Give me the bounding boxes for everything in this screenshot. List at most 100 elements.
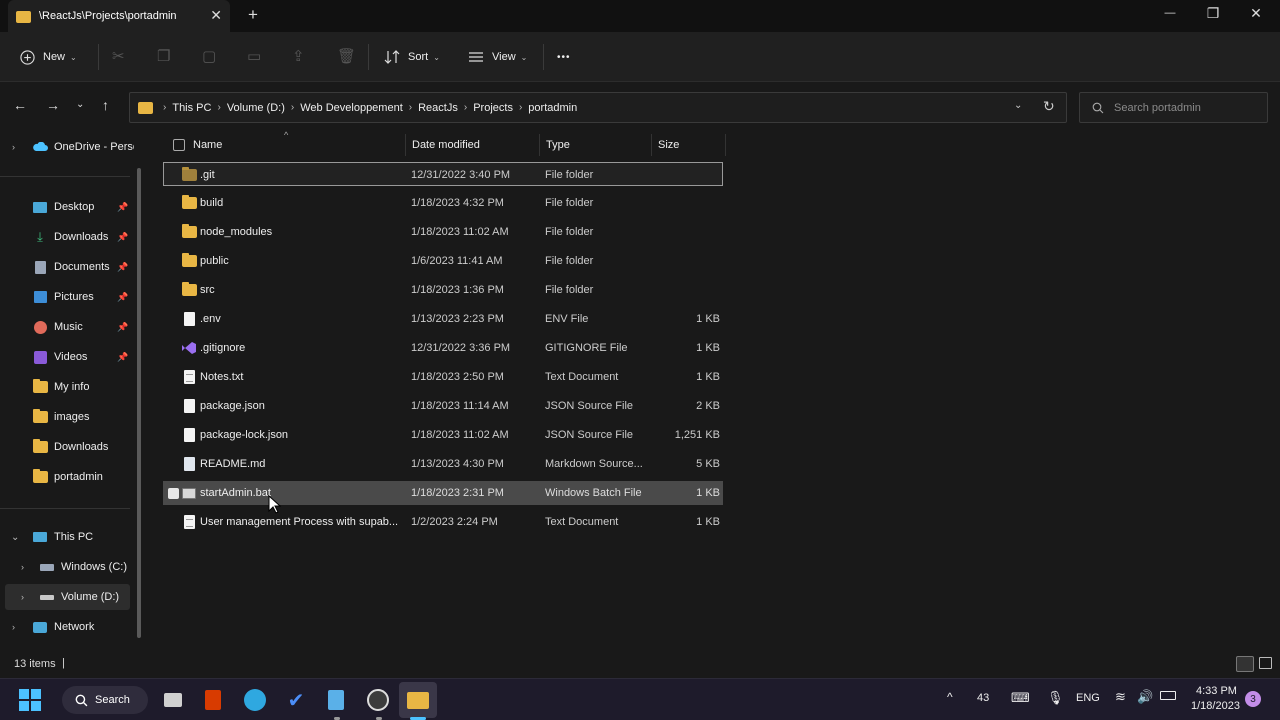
refresh-icon[interactable]: ↻ bbox=[1043, 98, 1055, 115]
new-tab-button[interactable]: + bbox=[248, 5, 258, 25]
table-row[interactable]: node_modules 1/18/2023 11:02 AM File fol… bbox=[163, 220, 723, 244]
back-arrow-icon[interactable]: ← bbox=[13, 97, 27, 113]
pin-icon[interactable]: 📌 bbox=[117, 232, 128, 243]
notification-badge[interactable]: 3 bbox=[1245, 691, 1261, 707]
search-box[interactable] bbox=[1079, 92, 1268, 123]
table-row[interactable]: Notes.txt 1/18/2023 2:50 PM Text Documen… bbox=[163, 365, 723, 389]
crumb-volume-d[interactable]: Volume (D:) bbox=[227, 102, 285, 114]
crumb-portadmin[interactable]: portadmin bbox=[528, 102, 577, 114]
maximize-button[interactable]: ❐ bbox=[1201, 5, 1225, 22]
file-type: File folder bbox=[545, 284, 594, 296]
search-input[interactable] bbox=[1114, 101, 1254, 114]
table-row[interactable]: public 1/6/2023 11:41 AM File folder bbox=[163, 249, 723, 273]
collapse-chevron-icon[interactable]: ⌄ bbox=[11, 532, 19, 543]
column-date-modified[interactable]: Date modified bbox=[406, 134, 540, 156]
file-date: 12/31/2022 3:36 PM bbox=[411, 342, 511, 354]
column-type[interactable]: Type bbox=[540, 134, 652, 156]
copy-icon[interactable]: ❐ bbox=[157, 47, 170, 65]
forward-arrow-icon[interactable]: → bbox=[46, 97, 60, 113]
table-row[interactable]: src 1/18/2023 1:36 PM File folder bbox=[163, 278, 723, 302]
column-size[interactable]: Size bbox=[652, 134, 726, 156]
clock-time[interactable]: 4:33 PM bbox=[1196, 685, 1237, 697]
file-list: ^ Name Date modified Type Size .git 12/3… bbox=[148, 130, 1280, 650]
table-row[interactable]: startAdmin.bat 1/18/2023 2:31 PM Windows… bbox=[163, 481, 723, 505]
task-view-icon[interactable] bbox=[160, 687, 186, 713]
up-arrow-icon[interactable]: ↑ bbox=[102, 97, 109, 113]
obs-icon[interactable] bbox=[365, 687, 391, 713]
table-row[interactable]: build 1/18/2023 4:32 PM File folder bbox=[163, 191, 723, 215]
taskbar-search[interactable]: Search bbox=[62, 686, 148, 714]
minimize-button[interactable]: — bbox=[1158, 7, 1182, 19]
tiles-view-icon[interactable] bbox=[1259, 657, 1272, 669]
table-row[interactable]: package-lock.json 1/18/2023 11:02 AM JSO… bbox=[163, 423, 723, 447]
expand-chevron-icon[interactable]: › bbox=[12, 142, 15, 152]
todo-icon[interactable]: ✔ bbox=[283, 687, 309, 713]
crumb-this-pc[interactable]: This PC bbox=[172, 102, 211, 114]
sidebar-scrollbar[interactable] bbox=[137, 168, 141, 638]
wifi-icon[interactable]: ≋ bbox=[1115, 689, 1126, 705]
chevron-right-icon: › bbox=[217, 102, 221, 113]
details-view-icon[interactable] bbox=[1236, 656, 1254, 672]
crumb-web-developpement[interactable]: Web Developpement bbox=[300, 102, 403, 114]
pin-icon[interactable]: 📌 bbox=[117, 352, 128, 363]
battery-icon[interactable] bbox=[1160, 691, 1176, 700]
row-checkbox[interactable] bbox=[168, 481, 179, 505]
cut-icon[interactable]: ✂ bbox=[112, 47, 125, 65]
file-explorer-icon[interactable] bbox=[405, 687, 431, 713]
table-row[interactable]: .env 1/13/2023 2:23 PM ENV File 1 KB bbox=[163, 307, 723, 331]
pin-icon[interactable]: 📌 bbox=[117, 292, 128, 303]
rename-icon[interactable]: ▭ bbox=[247, 47, 261, 65]
delete-icon[interactable]: 🗑 bbox=[337, 47, 356, 65]
language-indicator[interactable]: ENG bbox=[1076, 692, 1100, 704]
window-tab[interactable]: \ReactJs\Projects\portadmin ✕ bbox=[8, 0, 230, 32]
file-type: File folder bbox=[545, 226, 594, 238]
microphone-icon[interactable]: 🎙 bbox=[1047, 690, 1064, 706]
documents-icon bbox=[32, 260, 48, 274]
table-row[interactable]: README.md 1/13/2023 4:30 PM Markdown Sou… bbox=[163, 452, 723, 476]
show-hidden-icons-chevron[interactable]: ^ bbox=[947, 690, 953, 704]
tab-close-icon[interactable]: ✕ bbox=[210, 7, 222, 24]
command-bar: New ⌄ ✂ ❐ ▢ ▭ ⇪ 🗑 Sort ⌄ View ⌄ ••• bbox=[0, 32, 1280, 82]
pin-icon[interactable]: 📌 bbox=[117, 262, 128, 273]
table-row[interactable]: .git 12/31/2022 3:40 PM File folder bbox=[163, 162, 723, 186]
notepad-icon[interactable] bbox=[323, 687, 349, 713]
table-row[interactable]: User management Process with supab... 1/… bbox=[163, 510, 723, 534]
file-type: Windows Batch File bbox=[545, 487, 642, 499]
sort-button[interactable]: Sort ⌄ bbox=[384, 32, 440, 82]
more-options-button[interactable]: ••• bbox=[557, 32, 571, 82]
select-all-checkbox[interactable] bbox=[173, 139, 185, 151]
edge-icon[interactable] bbox=[242, 687, 268, 713]
expand-chevron-icon[interactable]: › bbox=[21, 562, 24, 572]
table-row[interactable]: .gitignore 12/31/2022 3:36 PM GITIGNORE … bbox=[163, 336, 723, 360]
recent-chevron-icon[interactable]: ⌄ bbox=[76, 99, 84, 110]
file-icon bbox=[184, 394, 195, 418]
weather-temperature[interactable]: 43 bbox=[977, 692, 989, 704]
view-button[interactable]: View ⌄ bbox=[468, 32, 527, 82]
address-bar[interactable]: › This PC › Volume (D:) › Web Developpem… bbox=[129, 92, 1067, 123]
close-button[interactable]: ✕ bbox=[1244, 5, 1268, 22]
pin-icon[interactable]: 📌 bbox=[117, 322, 128, 333]
title-bar: \ReactJs\Projects\portadmin ✕ + — ❐ ✕ bbox=[0, 0, 1280, 32]
file-date: 1/2/2023 2:24 PM bbox=[411, 516, 498, 528]
crumb-projects[interactable]: Projects bbox=[473, 102, 513, 114]
clock-date[interactable]: 1/18/2023 bbox=[1191, 700, 1240, 712]
column-name[interactable]: Name bbox=[187, 134, 406, 156]
address-dropdown-icon[interactable]: ⌄ bbox=[1014, 100, 1022, 111]
pin-icon[interactable]: 📌 bbox=[117, 202, 128, 213]
share-icon[interactable]: ⇪ bbox=[292, 47, 305, 65]
file-size: 1 KB bbox=[696, 371, 720, 383]
divider bbox=[368, 44, 369, 70]
keyboard-icon[interactable]: ⌨ bbox=[1011, 690, 1030, 706]
expand-chevron-icon[interactable]: › bbox=[12, 622, 15, 632]
new-button[interactable]: New ⌄ bbox=[20, 32, 77, 82]
paste-icon[interactable]: ▢ bbox=[202, 47, 216, 65]
divider bbox=[98, 44, 99, 70]
expand-chevron-icon[interactable]: › bbox=[21, 592, 24, 602]
table-row[interactable]: package.json 1/18/2023 11:14 AM JSON Sou… bbox=[163, 394, 723, 418]
volume-icon[interactable]: 🔊 bbox=[1137, 689, 1153, 705]
crumb-reactjs[interactable]: ReactJs bbox=[418, 102, 458, 114]
office-icon[interactable] bbox=[200, 687, 226, 713]
status-bar: 13 items | bbox=[0, 650, 1280, 678]
sidebar-item-label: Volume (D:) bbox=[61, 591, 120, 603]
windows-start-icon[interactable] bbox=[17, 687, 43, 713]
